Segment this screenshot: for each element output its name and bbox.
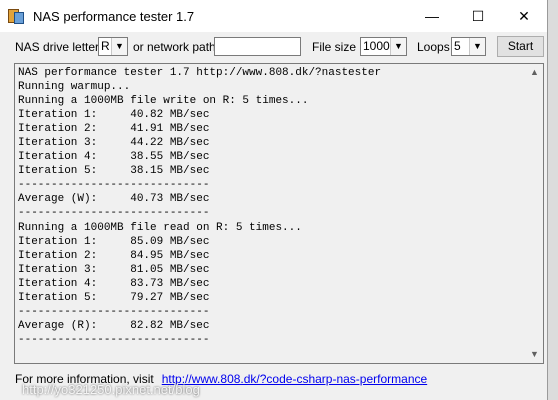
- network-path-input[interactable]: [214, 37, 301, 56]
- background-window-edge: [548, 0, 558, 400]
- file-size-select[interactable]: 1000 ▼: [360, 37, 407, 56]
- scroll-up-icon[interactable]: ▲: [526, 64, 543, 81]
- loops-label: Loops: [417, 40, 450, 54]
- window-title: NAS performance tester 1.7: [33, 8, 195, 24]
- minimize-button[interactable]: —: [409, 0, 455, 32]
- output-text: NAS performance tester 1.7 http://www.80…: [18, 67, 382, 346]
- toolbar: NAS drive letter R ▼ or network path Fil…: [0, 36, 548, 58]
- file-size-value: 1000: [363, 39, 390, 53]
- drive-letter-label: NAS drive letter: [15, 40, 100, 54]
- window-controls: — ☐ ✕: [409, 0, 547, 32]
- watermark: http://yo321250.pixnet.net/blog: [22, 382, 200, 397]
- start-button[interactable]: Start: [497, 36, 544, 57]
- app-window: NAS performance tester 1.7 — ☐ ✕ NAS dri…: [0, 0, 548, 400]
- loops-value: 5: [454, 39, 461, 53]
- maximize-icon: ☐: [471, 7, 485, 24]
- chevron-down-icon: ▼: [469, 38, 485, 55]
- close-icon: ✕: [518, 7, 530, 24]
- footer-link[interactable]: http://www.808.dk/?code-csharp-nas-perfo…: [162, 372, 427, 386]
- minimize-icon: —: [425, 8, 439, 24]
- network-path-label: or network path: [133, 40, 216, 54]
- scroll-down-icon[interactable]: ▼: [526, 346, 543, 363]
- chevron-down-icon: ▼: [390, 38, 406, 55]
- drive-letter-select[interactable]: R ▼: [98, 37, 128, 56]
- drive-letter-value: R: [101, 39, 110, 53]
- app-icon: [8, 8, 24, 24]
- loops-select[interactable]: 5 ▼: [451, 37, 486, 56]
- maximize-button[interactable]: ☐: [455, 0, 501, 32]
- vertical-scrollbar[interactable]: ▲ ▼: [526, 64, 543, 363]
- title-bar: NAS performance tester 1.7 — ☐ ✕: [0, 0, 547, 32]
- close-button[interactable]: ✕: [501, 0, 547, 32]
- file-size-label: File size: [312, 40, 357, 54]
- chevron-down-icon: ▼: [111, 38, 127, 55]
- output-log[interactable]: NAS performance tester 1.7 http://www.80…: [14, 63, 544, 364]
